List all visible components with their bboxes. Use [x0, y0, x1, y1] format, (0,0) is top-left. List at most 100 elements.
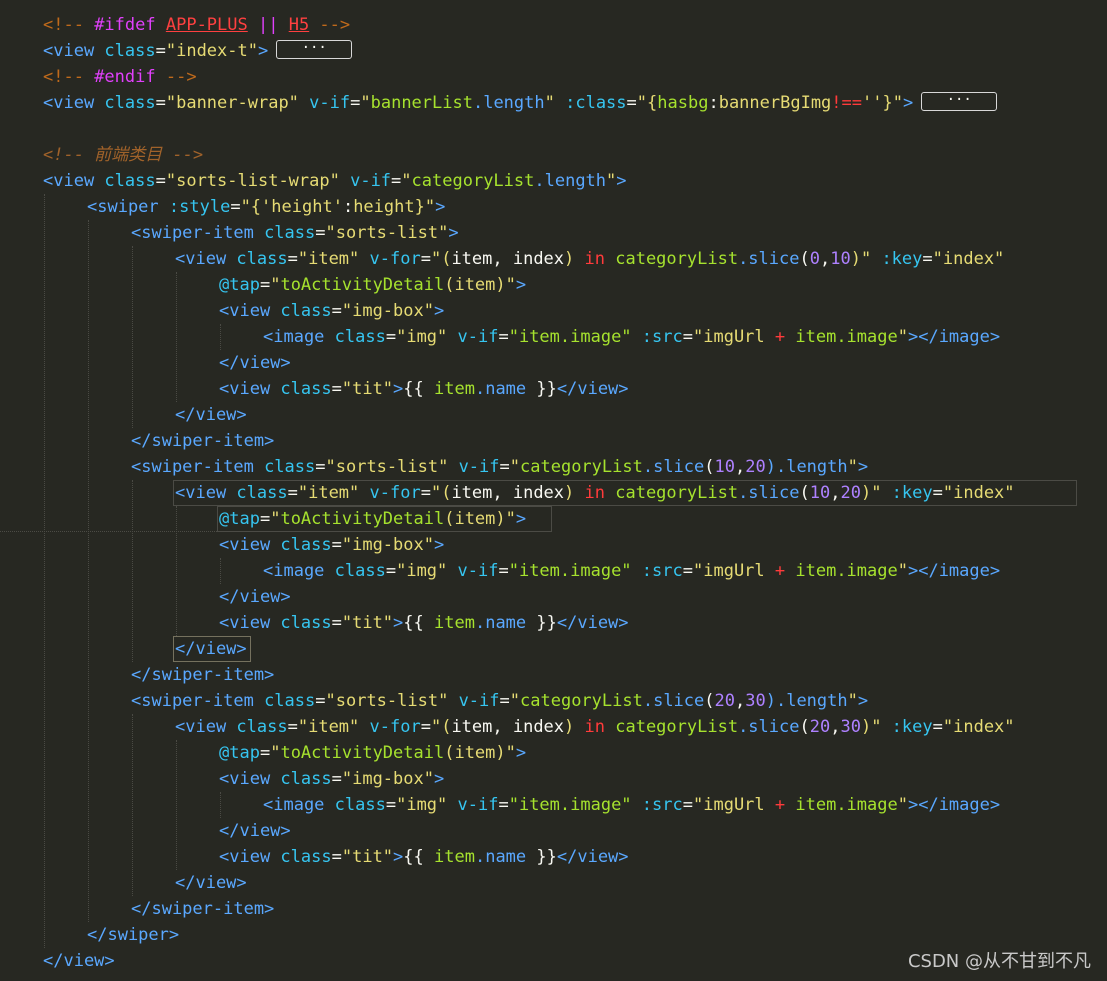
code-token: v-if: [448, 457, 500, 477]
code-line[interactable]: </view>: [0, 818, 1107, 844]
code-token: toActivityDetail: [280, 275, 445, 295]
code-token: ": [847, 457, 858, 477]
code-line[interactable]: <view class="img-box">: [0, 298, 1107, 324]
code-token: !==: [831, 93, 863, 113]
code-token: <swiper: [87, 197, 159, 217]
code-token: >: [515, 275, 527, 295]
code-token: categoryList: [520, 457, 643, 477]
code-line[interactable]: <swiper :style="{'height':height}">: [0, 194, 1107, 220]
code-line[interactable]: <swiper-item class="sorts-list" v-if="ca…: [0, 454, 1107, 480]
code-token: =: [350, 93, 361, 113]
code-token: <view: [219, 847, 271, 867]
code-line[interactable]: <swiper-item class="sorts-list" v-if="ca…: [0, 688, 1107, 714]
code-line[interactable]: <!-- #endif -->: [0, 64, 1107, 90]
code-token: =: [287, 483, 298, 503]
code-token: categoryList: [615, 717, 739, 737]
code-token: =: [385, 561, 397, 581]
code-editor[interactable]: <!-- #ifdef APP-PLUS || H5 --> <view clas…: [0, 0, 1107, 981]
code-line[interactable]: <view class="tit">{{ item.name }}</view>: [0, 610, 1107, 636]
code-line[interactable]: </swiper>: [0, 922, 1107, 948]
code-line[interactable]: <image class="img" v-if="item.image" :sr…: [0, 792, 1107, 818]
code-token: :src: [631, 327, 683, 347]
fold-expand-button[interactable]: ···: [921, 91, 998, 111]
code-line[interactable]: </view>: [0, 636, 1107, 662]
code-token: <view: [219, 769, 271, 789]
code-line[interactable]: <image class="img" v-if="item.image" :sr…: [0, 558, 1107, 584]
code-token: .slice: [642, 457, 705, 477]
code-token: class: [270, 535, 332, 555]
code-line[interactable]: <view class="item" v-for="(item, index) …: [0, 714, 1107, 740]
code-token: class: [270, 301, 332, 321]
code-line[interactable]: @tap="toActivityDetail(item)">: [0, 740, 1107, 766]
code-line-content: </view>: [43, 948, 115, 974]
code-token: .slice: [738, 483, 800, 503]
code-line[interactable]: </view>: [0, 584, 1107, 610]
code-token: .name: [474, 613, 527, 633]
code-token: </swiper-item>: [131, 899, 275, 919]
code-line[interactable]: <view class="img-box">: [0, 766, 1107, 792]
code-token: (: [799, 717, 810, 737]
code-line[interactable]: <view class="item" v-for="(item, index) …: [0, 480, 1107, 506]
code-line[interactable]: </view>: [0, 402, 1107, 428]
code-token: "index": [932, 249, 1005, 269]
code-line[interactable]: <view class="tit">{{ item.name }}</view>: [0, 376, 1107, 402]
code-token: :src: [631, 795, 683, 815]
code-token: >: [902, 93, 914, 113]
code-line[interactable]: <view class="item" v-for="(item, index) …: [0, 246, 1107, 272]
code-token: =: [420, 483, 431, 503]
code-line-content: <view class="item" v-for="(item, index) …: [175, 714, 1015, 740]
fold-expand-button[interactable]: ···: [276, 39, 353, 59]
code-token: :style: [158, 197, 231, 217]
code-line[interactable]: @tap="toActivityDetail(item)">: [0, 272, 1107, 298]
code-token: </view>: [556, 379, 629, 399]
code-line[interactable]: <view class="tit">{{ item.name }}</view>: [0, 844, 1107, 870]
code-token: <view: [175, 717, 227, 737]
code-token: class: [324, 327, 386, 347]
code-token: "{: [240, 197, 262, 217]
code-token: =: [287, 249, 298, 269]
code-token: imgUrl: [703, 795, 765, 815]
code-line[interactable]: <swiper-item class="sorts-list">: [0, 220, 1107, 246]
code-token: =: [391, 171, 402, 191]
code-token: "index": [942, 483, 1015, 503]
code-line[interactable]: </swiper-item>: [0, 662, 1107, 688]
code-token: }}: [526, 847, 557, 867]
code-line[interactable]: @tap="toActivityDetail(item)">: [0, 506, 1107, 532]
code-token: bannerList: [370, 93, 473, 113]
code-line[interactable]: <view class="sorts-list-wrap" v-if="cate…: [0, 168, 1107, 194]
code-token: class: [324, 795, 386, 815]
code-token: class: [270, 613, 332, 633]
code-token: v-if: [448, 691, 500, 711]
code-token: v-if: [447, 795, 499, 815]
code-token: in: [574, 249, 616, 269]
code-token: ": [401, 171, 412, 191]
code-line[interactable]: </view>: [0, 350, 1107, 376]
code-token: "{: [636, 93, 658, 113]
code-token: >: [448, 223, 459, 243]
code-token: >: [433, 769, 445, 789]
code-line-content: <view class="tit">{{ item.name }}</view>: [219, 610, 629, 636]
code-line-content: @tap="toActivityDetail(item)">: [219, 506, 526, 532]
code-token: ": [360, 93, 371, 113]
code-token: "tit": [341, 847, 394, 867]
code-line[interactable]: <image class="img" v-if="item.image" :sr…: [0, 324, 1107, 350]
code-line[interactable]: <!-- 前端类目 -->: [0, 142, 1107, 168]
code-line-content: </view>: [175, 402, 247, 428]
code-token: ": [897, 561, 908, 581]
code-token: <view: [219, 379, 271, 399]
code-line[interactable]: </swiper-item>: [0, 428, 1107, 454]
code-token: ": [897, 795, 908, 815]
code-token: =: [315, 691, 326, 711]
code-token: @tap: [219, 275, 260, 295]
code-token: =: [420, 717, 431, 737]
code-line[interactable]: </swiper-item>: [0, 896, 1107, 922]
code-line[interactable]: <view class="banner-wrap" v-if="bannerLi…: [0, 90, 1107, 116]
code-line-content: <view class="tit">{{ item.name }}</view>: [219, 376, 629, 402]
code-line[interactable]: <view class="img-box">: [0, 532, 1107, 558]
code-line[interactable]: [0, 116, 1107, 142]
code-token: <image: [263, 327, 325, 347]
code-line[interactable]: <!-- #ifdef APP-PLUS || H5 -->: [0, 12, 1107, 38]
code-token: v-if: [339, 171, 392, 191]
code-line[interactable]: </view>: [0, 870, 1107, 896]
code-line[interactable]: <view class="index-t"> ···: [0, 38, 1107, 64]
